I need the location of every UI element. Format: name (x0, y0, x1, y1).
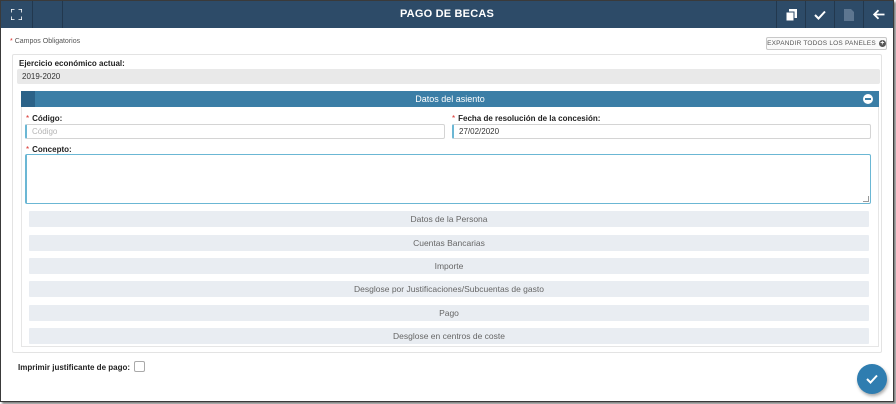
codigo-label: * Código: (26, 114, 63, 123)
app-window: PAGO DE BECAS * Campos Obligatorios EXPA… (0, 0, 894, 402)
required-asterisk: * (26, 145, 30, 154)
confirm-button[interactable] (805, 1, 834, 28)
subpanel-desglose-centros-coste[interactable]: Desglose en centros de coste (29, 328, 869, 344)
subpanel-cuentas-bancarias[interactable]: Cuentas Bancarias (29, 235, 869, 251)
concepto-label: * Concepto: (26, 145, 72, 154)
ejercicio-value: 2019-2020 (17, 69, 880, 84)
print-receipt-checkbox[interactable] (134, 361, 145, 372)
document-button[interactable] (834, 1, 863, 28)
print-receipt-label: Imprimir justificante de pago: (18, 363, 131, 372)
subpanel-importe[interactable]: Importe (29, 258, 869, 274)
check-icon (814, 10, 826, 20)
fecha-label: * Fecha de resolución de la concesión: (452, 114, 601, 123)
top-bar: PAGO DE BECAS (1, 1, 893, 28)
expand-all-panels-button[interactable]: EXPANDIR TODOS LOS PANELES + (766, 37, 887, 50)
section-datos-asiento-header[interactable]: Datos del asiento (21, 91, 879, 107)
fecha-input[interactable]: 27/02/2020 (452, 124, 871, 139)
ejercicio-label: Ejercicio económico actual: (19, 59, 125, 68)
collapse-icon[interactable] (863, 94, 873, 104)
required-asterisk: * (452, 114, 456, 123)
required-asterisk: * (10, 38, 13, 45)
subpanel-datos-persona[interactable]: Datos de la Persona (29, 211, 869, 227)
fullscreen-button[interactable] (1, 1, 33, 28)
concepto-textarea[interactable] (25, 154, 871, 204)
copy-icon (785, 8, 797, 21)
section-title: Datos del asiento (415, 94, 485, 104)
back-button[interactable] (863, 1, 893, 28)
toolbar-spacer (33, 1, 63, 28)
plus-icon: + (878, 40, 886, 47)
check-icon (866, 374, 878, 384)
codigo-input[interactable]: Código (25, 124, 445, 139)
required-note: * Campos Obligatorios (10, 38, 81, 45)
page-title: PAGO DE BECAS (399, 8, 495, 20)
section-grip (21, 91, 35, 107)
required-asterisk: * (26, 114, 30, 123)
copy-button[interactable] (776, 1, 805, 28)
submit-fab-button[interactable] (857, 364, 887, 394)
subpanel-desglose-justificaciones[interactable]: Desglose por Justificaciones/Subcuentas … (29, 281, 869, 297)
arrow-left-icon (872, 9, 884, 20)
resize-handle[interactable] (863, 196, 869, 202)
subpanel-pago[interactable]: Pago (29, 305, 869, 321)
document-icon (844, 8, 854, 21)
fullscreen-icon (11, 9, 22, 20)
